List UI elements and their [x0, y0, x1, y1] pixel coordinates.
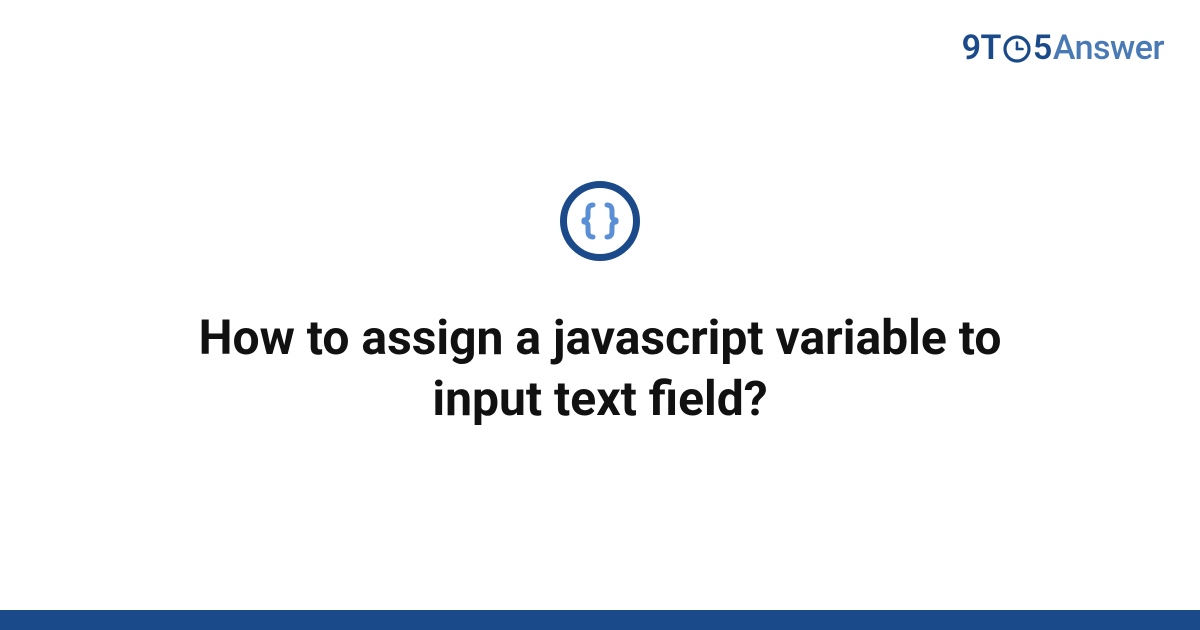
code-braces-icon	[560, 181, 640, 261]
footer-bar	[0, 610, 1200, 630]
main-content: How to assign a javascript variable to i…	[0, 0, 1200, 610]
page-title: How to assign a javascript variable to i…	[100, 307, 1100, 430]
